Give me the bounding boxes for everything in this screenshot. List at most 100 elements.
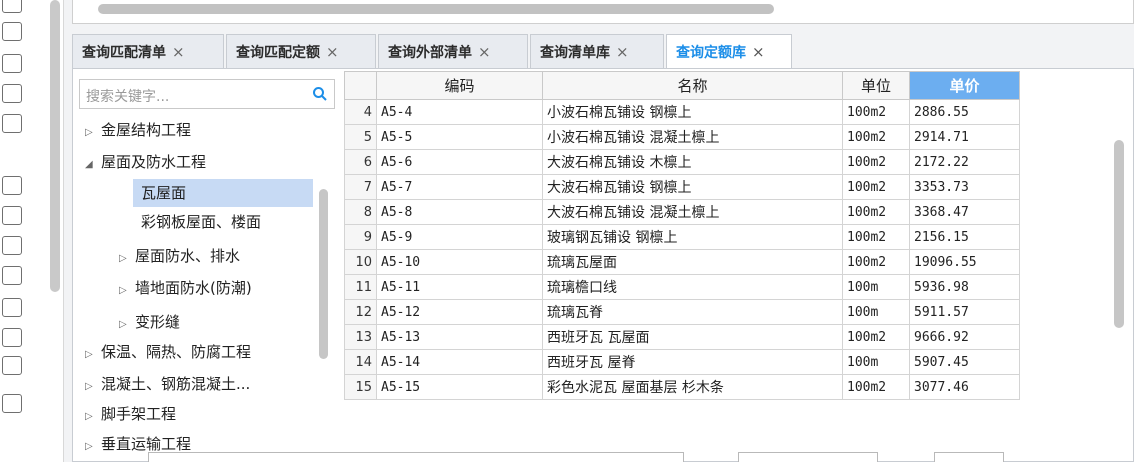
table-row[interactable]: 11 A5-11 琉璃檐口线 100m 5936.98	[344, 274, 1020, 300]
cell-price[interactable]: 3077.46	[909, 374, 1020, 400]
tree-item-tile-roof[interactable]: 瓦屋面	[133, 179, 313, 207]
tree-item-concrete[interactable]: ▷ 混凝土、钢筋混凝土...	[85, 373, 250, 397]
cell-unit[interactable]: 100m2	[842, 149, 910, 175]
table-row[interactable]: 13 A5-13 西班牙瓦 瓦屋面 100m2 9666.92	[344, 324, 1020, 350]
tree-item-metal-structure[interactable]: ▷ 金屋结构工程	[85, 119, 191, 143]
cell-unit[interactable]: 100m2	[842, 249, 910, 275]
row-checkbox[interactable]	[2, 328, 22, 347]
table-row[interactable]: 8 A5-8 大波石棉瓦铺设 混凝土檩上 100m2 3368.47	[344, 199, 1020, 225]
caret-right-icon[interactable]: ▷	[85, 349, 101, 360]
row-checkbox[interactable]	[2, 114, 22, 133]
cell-price[interactable]: 2172.22	[909, 149, 1020, 175]
tree-item-steel-plate-roof[interactable]: 彩钢板屋面、楼面	[141, 211, 261, 235]
cell-unit[interactable]: 100m2	[842, 99, 910, 125]
table-row[interactable]: 5 A5-5 小波石棉瓦铺设 混凝土檩上 100m2 2914.71	[344, 124, 1020, 150]
row-checkbox[interactable]	[2, 54, 22, 73]
cell-unit[interactable]: 100m2	[842, 324, 910, 350]
caret-right-icon[interactable]: ▷	[85, 441, 101, 452]
row-number[interactable]: 11	[344, 274, 377, 300]
cell-name[interactable]: 西班牙瓦 屋脊	[542, 349, 843, 375]
cell-name[interactable]: 彩色水泥瓦 屋面基层 杉木条	[542, 374, 843, 400]
caret-right-icon[interactable]: ▷	[119, 285, 135, 296]
row-checkbox[interactable]	[2, 22, 22, 41]
cell-code[interactable]: A5-5	[376, 124, 543, 150]
table-row[interactable]: 9 A5-9 玻璃钢瓦铺设 钢檩上 100m2 2156.15	[344, 224, 1020, 250]
row-checkbox[interactable]	[2, 356, 22, 375]
tree-item-roof-drainage[interactable]: ▷ 屋面防水、排水	[119, 245, 240, 269]
caret-right-icon[interactable]: ▷	[85, 381, 101, 392]
table-row[interactable]: 14 A5-14 西班牙瓦 屋脊 100m 5907.45	[344, 349, 1020, 375]
table-row[interactable]: 6 A5-6 大波石棉瓦铺设 木檩上 100m2 2172.22	[344, 149, 1020, 175]
cell-price[interactable]: 2914.71	[909, 124, 1020, 150]
tree-scrollbar[interactable]	[319, 189, 328, 359]
cell-name[interactable]: 琉璃瓦屋面	[542, 249, 843, 275]
row-number[interactable]: 9	[344, 224, 377, 250]
bottom-input[interactable]	[148, 452, 684, 462]
cell-code[interactable]: A5-12	[376, 299, 543, 325]
row-checkbox[interactable]	[2, 0, 22, 13]
cell-name[interactable]: 琉璃檐口线	[542, 274, 843, 300]
cell-unit[interactable]: 100m	[842, 299, 910, 325]
caret-right-icon[interactable]: ▷	[119, 319, 135, 330]
table-row[interactable]: 4 A5-4 小波石棉瓦铺设 钢檩上 100m2 2886.55	[344, 99, 1020, 125]
tab-query-matched-quota[interactable]: 查询匹配定额 ×	[226, 34, 376, 68]
tab-query-external-bill[interactable]: 查询外部清单 ×	[378, 34, 528, 68]
row-checkbox[interactable]	[2, 298, 22, 317]
cell-unit[interactable]: 100m2	[842, 199, 910, 225]
tab-query-quota-library[interactable]: 查询定额库 ×	[666, 34, 792, 69]
cell-code[interactable]: A5-13	[376, 324, 543, 350]
cell-name[interactable]: 大波石棉瓦铺设 混凝土檩上	[542, 199, 843, 225]
row-number[interactable]: 15	[344, 374, 377, 400]
row-checkbox[interactable]	[2, 236, 22, 255]
table-row[interactable]: 15 A5-15 彩色水泥瓦 屋面基层 杉木条 100m2 3077.46	[344, 374, 1020, 400]
row-number[interactable]: 5	[344, 124, 377, 150]
cell-name[interactable]: 小波石棉瓦铺设 混凝土檩上	[542, 124, 843, 150]
cell-price[interactable]: 5907.45	[909, 349, 1020, 375]
row-number[interactable]: 10	[344, 249, 377, 275]
cell-code[interactable]: A5-10	[376, 249, 543, 275]
cell-code[interactable]: A5-9	[376, 224, 543, 250]
cell-name[interactable]: 大波石棉瓦铺设 钢檩上	[542, 174, 843, 200]
row-number[interactable]: 12	[344, 299, 377, 325]
cell-unit[interactable]: 100m2	[842, 374, 910, 400]
cell-code[interactable]: A5-7	[376, 174, 543, 200]
cell-price[interactable]: 5911.57	[909, 299, 1020, 325]
cell-unit[interactable]: 100m2	[842, 224, 910, 250]
row-checkbox[interactable]	[2, 176, 22, 195]
close-icon[interactable]: ×	[326, 43, 339, 61]
cell-code[interactable]: A5-11	[376, 274, 543, 300]
tree-item-wall-floor-waterproof[interactable]: ▷ 墙地面防水(防潮)	[119, 277, 252, 301]
row-number[interactable]: 6	[344, 149, 377, 175]
cell-price[interactable]: 3353.73	[909, 174, 1020, 200]
grid-scrollbar[interactable]	[1114, 140, 1124, 328]
tab-query-bill-library[interactable]: 查询清单库 ×	[530, 34, 664, 68]
cell-code[interactable]: A5-4	[376, 99, 543, 125]
caret-down-icon[interactable]: ◢	[85, 159, 101, 170]
caret-right-icon[interactable]: ▷	[85, 411, 101, 422]
tree-item-scaffolding[interactable]: ▷ 脚手架工程	[85, 403, 176, 427]
bottom-input[interactable]	[738, 452, 878, 462]
table-row[interactable]: 10 A5-10 琉璃瓦屋面 100m2 19096.55	[344, 249, 1020, 275]
close-icon[interactable]: ×	[172, 43, 185, 61]
tree-item-roof-waterproof[interactable]: ◢ 屋面及防水工程	[85, 151, 206, 175]
cell-name[interactable]: 琉璃瓦脊	[542, 299, 843, 325]
cell-name[interactable]: 西班牙瓦 瓦屋面	[542, 324, 843, 350]
column-header-price[interactable]: 单价	[909, 71, 1020, 100]
row-number[interactable]: 7	[344, 174, 377, 200]
table-row[interactable]: 7 A5-7 大波石棉瓦铺设 钢檩上 100m2 3353.73	[344, 174, 1020, 200]
cell-code[interactable]: A5-6	[376, 149, 543, 175]
column-header-unit[interactable]: 单位	[842, 71, 910, 100]
cell-price[interactable]: 5936.98	[909, 274, 1020, 300]
cell-price[interactable]: 3368.47	[909, 199, 1020, 225]
cell-name[interactable]: 大波石棉瓦铺设 木檩上	[542, 149, 843, 175]
caret-right-icon[interactable]: ▷	[85, 127, 101, 138]
cell-price[interactable]: 2886.55	[909, 99, 1020, 125]
cell-name[interactable]: 玻璃钢瓦铺设 钢檩上	[542, 224, 843, 250]
cell-name[interactable]: 小波石棉瓦铺设 钢檩上	[542, 99, 843, 125]
close-icon[interactable]: ×	[478, 43, 491, 61]
cell-unit[interactable]: 100m2	[842, 124, 910, 150]
row-checkbox[interactable]	[2, 206, 22, 225]
column-header-code[interactable]: 编码	[376, 71, 543, 100]
horizontal-scrollbar[interactable]	[98, 4, 774, 14]
row-checkbox[interactable]	[2, 394, 22, 413]
